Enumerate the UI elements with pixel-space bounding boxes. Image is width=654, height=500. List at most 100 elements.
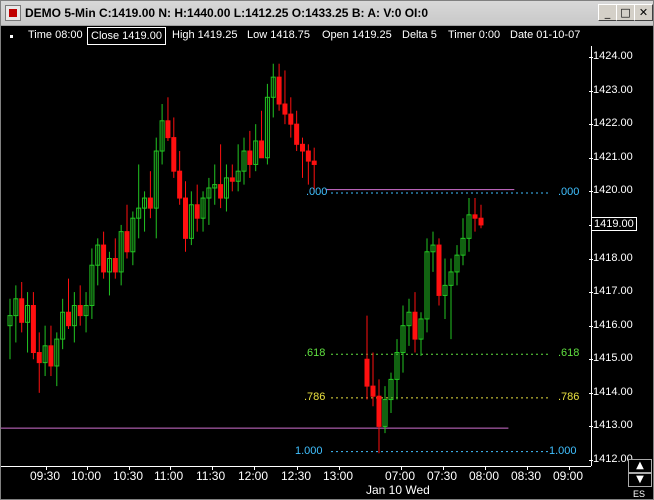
fib-label-left: .786 (304, 390, 326, 403)
price-tick-mark (589, 57, 593, 58)
candle-body-61 (412, 311, 418, 340)
time-tick-label: 10:30 (113, 469, 144, 483)
candle-body-28 (171, 137, 177, 172)
price-tick-mark (589, 157, 593, 159)
time-tick-label: 10:00 (71, 469, 102, 483)
time-tick-mark (170, 466, 171, 470)
time-tick-mark (527, 466, 528, 470)
time-tick-label: 08:30 (511, 469, 542, 483)
status-bar: Time 08:00 Close 1419.00 High 1419.25 Lo… (1, 26, 591, 46)
candle-body-29 (177, 170, 183, 199)
candle-body-52 (311, 160, 317, 165)
price-tick-mark (589, 191, 593, 193)
candle-body-51 (305, 150, 311, 162)
minimize-button[interactable]: _ (598, 4, 617, 21)
date-label: Jan 10 Wed (366, 483, 430, 497)
price-tick-label: 1415.00 (593, 352, 633, 365)
price-tick-mark (589, 258, 593, 260)
fib-label-right: .786 (558, 390, 580, 403)
current-price-marker: 1419.00 (591, 216, 637, 231)
fib-label-right: 1.000 (549, 444, 577, 457)
candle-body-20 (124, 231, 130, 253)
price-tick-mark (589, 124, 593, 126)
candle-body-46 (276, 76, 282, 105)
status-date: Date 01-10-07 (510, 29, 581, 41)
chart-window: DEMO 5-Min C:1419.00 N: H:1440.00 L:1412… (0, 0, 654, 500)
time-tick-mark (443, 466, 444, 470)
candle-body-36 (218, 184, 224, 199)
candle-body-27 (165, 120, 171, 139)
candle-body-7 (48, 345, 54, 367)
time-tick-label: 11:30 (196, 469, 226, 483)
candle-body-12 (77, 305, 83, 317)
candle-body-10 (66, 311, 71, 327)
time-tick-label: 12:30 (281, 469, 312, 483)
time-tick-mark (401, 466, 402, 470)
time-tick-mark (339, 466, 340, 470)
time-tick-mark (46, 466, 47, 470)
candle-body-53 (364, 358, 370, 387)
status-high: High 1419.25 (172, 29, 238, 41)
candle-body-24 (147, 197, 153, 209)
candle-body-30 (183, 197, 188, 239)
price-tick-label: 1414.00 (593, 385, 633, 398)
app-icon[interactable] (5, 5, 21, 21)
price-tick-mark (589, 90, 593, 92)
price-tick-label: 1418.00 (593, 251, 633, 264)
time-tick-mark (87, 466, 88, 470)
candle-body-50 (300, 143, 305, 152)
maximize-button[interactable]: □ (616, 4, 635, 21)
title-bar[interactable]: DEMO 5-Min C:1419.00 N: H:1440.00 L:1412… (1, 1, 653, 26)
price-tick-label: 1424.00 (593, 50, 633, 62)
price-tick-mark (589, 359, 593, 361)
time-tick-label: 07:30 (427, 469, 458, 483)
price-tick-mark (589, 426, 593, 428)
candle-body-54 (370, 385, 376, 397)
pin-dot-icon (10, 35, 13, 38)
fib-label-left: 1.000 (295, 444, 323, 457)
candle-body-49 (294, 123, 300, 145)
candle-body-48 (288, 113, 294, 125)
time-tick-mark (485, 466, 486, 470)
time-tick-label: 08:00 (469, 469, 500, 483)
candle-body-43 (259, 140, 265, 159)
price-chart[interactable] (1, 46, 591, 466)
candle-body-38 (229, 177, 235, 182)
status-low: Low 1418.75 (247, 29, 310, 41)
price-tick-mark (589, 460, 593, 461)
candle-body-5 (36, 352, 42, 364)
candle-body-16 (101, 244, 107, 273)
price-tick-label: 1412.00 (593, 453, 633, 465)
status-open: Open 1419.25 (322, 29, 392, 41)
candle-body-4 (30, 305, 36, 354)
price-tick-mark (589, 392, 593, 394)
time-tick-mark (212, 466, 213, 470)
candle-body-47 (282, 103, 288, 115)
fib-label-left: .618 (304, 347, 326, 360)
time-tick-mark (129, 466, 130, 470)
price-tick-label: 1422.00 (593, 117, 633, 130)
time-tick-label: 09:00 (553, 469, 584, 483)
close-button[interactable]: ✕ (634, 4, 653, 21)
symbol-label: ES (633, 489, 646, 499)
price-tick-label: 1420.00 (593, 184, 633, 197)
candle-body-55 (376, 395, 382, 427)
candle-body-18 (112, 258, 118, 273)
time-tick-mark (297, 466, 298, 470)
time-tick-mark (254, 466, 255, 470)
fib-label-right: .000 (558, 186, 580, 198)
candle-body-71 (472, 214, 478, 219)
scroll-down-icon[interactable]: ▼ (628, 473, 652, 487)
price-tick-mark (589, 292, 593, 294)
scroll-up-icon[interactable]: ▲ (628, 459, 652, 473)
window-title: DEMO 5-Min C:1419.00 N: H:1440.00 L:1412… (25, 6, 429, 20)
price-tick-label: 1423.00 (593, 83, 633, 96)
fib-label-left: .000 (306, 186, 328, 198)
status-close: Close 1419.00 (87, 27, 166, 45)
time-tick-label: 12:00 (238, 469, 269, 483)
status-timer: Timer 0:00 (448, 29, 501, 41)
price-tick-label: 1417.00 (593, 285, 633, 298)
price-tick-mark (589, 325, 593, 327)
status-delta: Delta 5 (402, 29, 437, 41)
price-tick-label: 1421.00 (593, 150, 633, 163)
